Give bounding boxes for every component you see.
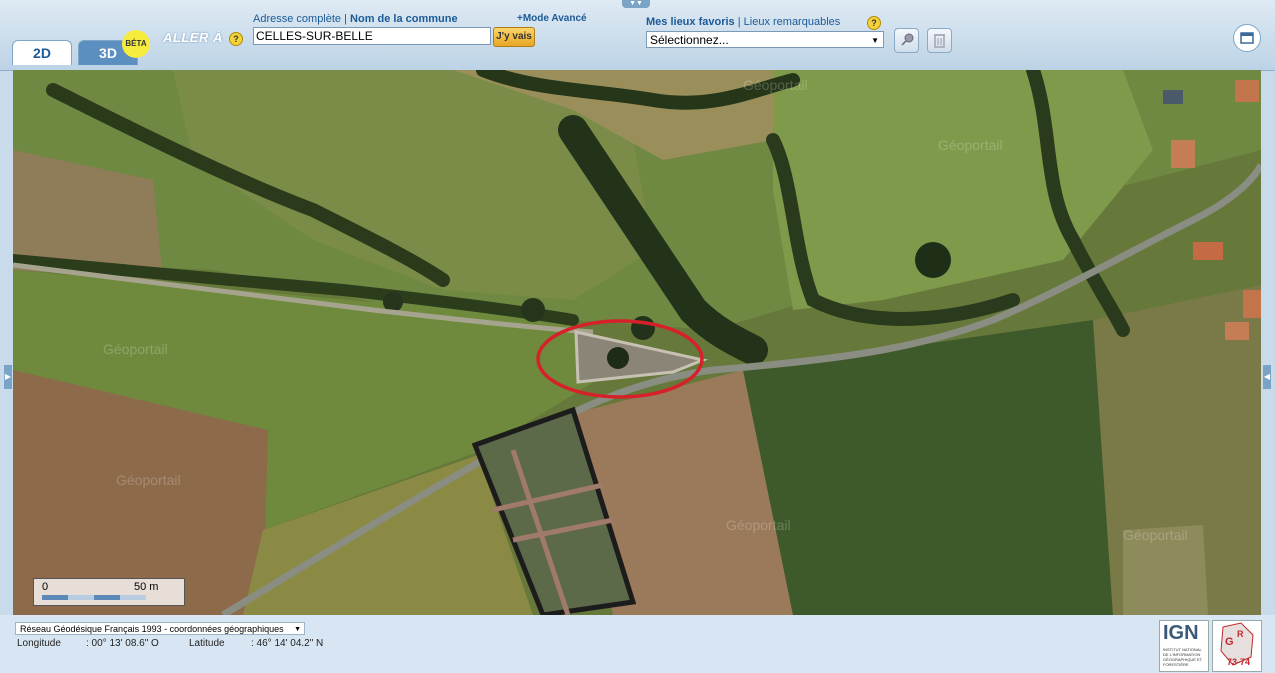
svg-text:R: R xyxy=(1237,629,1244,639)
building xyxy=(1243,290,1261,318)
landmarks-link[interactable]: Lieux remarquables xyxy=(744,16,841,28)
building xyxy=(1163,90,1183,104)
commune-link[interactable]: Nom de la commune xyxy=(350,13,458,25)
tree xyxy=(631,316,655,340)
projection-select[interactable]: Réseau Géodésique Français 1993 - coordo… xyxy=(15,622,305,635)
separator: | xyxy=(344,13,347,25)
longitude-label: Longitude xyxy=(17,638,61,649)
building xyxy=(1235,80,1259,102)
latitude-label: Latitude xyxy=(189,638,225,649)
building xyxy=(1171,140,1195,168)
pin-button[interactable] xyxy=(894,28,919,53)
advanced-mode-link[interactable]: +Mode Avancé xyxy=(517,13,587,24)
tree xyxy=(521,298,545,322)
favorites-select[interactable]: Sélectionnez... ▼ xyxy=(646,31,884,48)
go-button[interactable]: J'y vais xyxy=(493,27,535,47)
tree xyxy=(915,242,951,278)
map-watermark: Géoportail xyxy=(743,77,808,93)
map-watermark: Géoportail xyxy=(726,517,791,533)
goto-help-icon[interactable]: ? xyxy=(229,32,243,46)
scale-bar: 0 50 m xyxy=(33,578,185,606)
latitude-value: : 46° 14' 04.2" N xyxy=(251,638,324,649)
favorites-links: Mes lieux favoris | Lieux remarquables xyxy=(646,16,840,28)
tab-2d[interactable]: 2D xyxy=(12,40,72,65)
aerial-imagery: Géoportail Géoportail Géoportail Géoport… xyxy=(13,70,1261,615)
svg-text:G: G xyxy=(1225,636,1234,648)
pin-icon xyxy=(901,33,914,46)
cgr-logo[interactable]: G R 73-74 xyxy=(1212,620,1262,672)
map-watermark: Géoportail xyxy=(938,137,1003,153)
address-link[interactable]: Adresse complète xyxy=(253,13,341,25)
scale-end-label: 50 m xyxy=(134,581,159,593)
address-mode-links: Adresse complète | Nom de la commune xyxy=(253,13,458,25)
chevron-down-icon: ▼ xyxy=(871,36,879,45)
separator: | xyxy=(737,16,741,28)
window-icon xyxy=(1240,32,1254,44)
map-watermark: Géoportail xyxy=(103,341,168,357)
favorites-select-value: Sélectionnez... xyxy=(650,33,729,47)
left-panel-handle[interactable]: ▶ xyxy=(4,365,12,389)
goto-label: ALLER À xyxy=(163,30,223,45)
ign-logo[interactable]: IGN INSTITUT NATIONAL DE L'INFORMATION G… xyxy=(1159,620,1209,672)
chevron-down-icon: ▼ xyxy=(294,626,301,633)
right-panel-handle[interactable]: ◀ xyxy=(1263,365,1271,389)
ign-logo-caption: INSTITUT NATIONAL DE L'INFORMATION GÉOGR… xyxy=(1163,647,1203,667)
building xyxy=(1225,322,1249,340)
building xyxy=(1193,242,1223,260)
scale-track xyxy=(42,595,146,600)
projection-value: Réseau Géodésique Français 1993 - coordo… xyxy=(20,624,284,634)
trash-button[interactable] xyxy=(927,28,952,53)
favorites-link[interactable]: Mes lieux favoris xyxy=(646,16,735,28)
beta-badge: BÉTA xyxy=(122,30,150,58)
tree xyxy=(607,347,629,369)
top-toolbar: ▼▼ 2D 3D BÉTA ALLER À ? Adresse complète… xyxy=(0,0,1275,71)
trash-icon xyxy=(934,34,945,48)
map-view[interactable]: Géoportail Géoportail Géoportail Géoport… xyxy=(13,70,1261,615)
scale-start-label: 0 xyxy=(42,581,49,593)
map-watermark: Géoportail xyxy=(1123,527,1188,543)
longitude-value: : 00° 13' 08.6" O xyxy=(86,638,159,649)
ign-logo-text: IGN xyxy=(1163,622,1199,644)
favorites-help-icon[interactable]: ? xyxy=(867,16,881,30)
map-watermark: Géoportail xyxy=(116,472,181,488)
collapse-toolbar-handle[interactable]: ▼▼ xyxy=(622,0,650,8)
cgr-logo-text: 73-74 xyxy=(1227,657,1251,667)
search-input[interactable] xyxy=(253,27,491,45)
window-button[interactable] xyxy=(1233,24,1261,52)
